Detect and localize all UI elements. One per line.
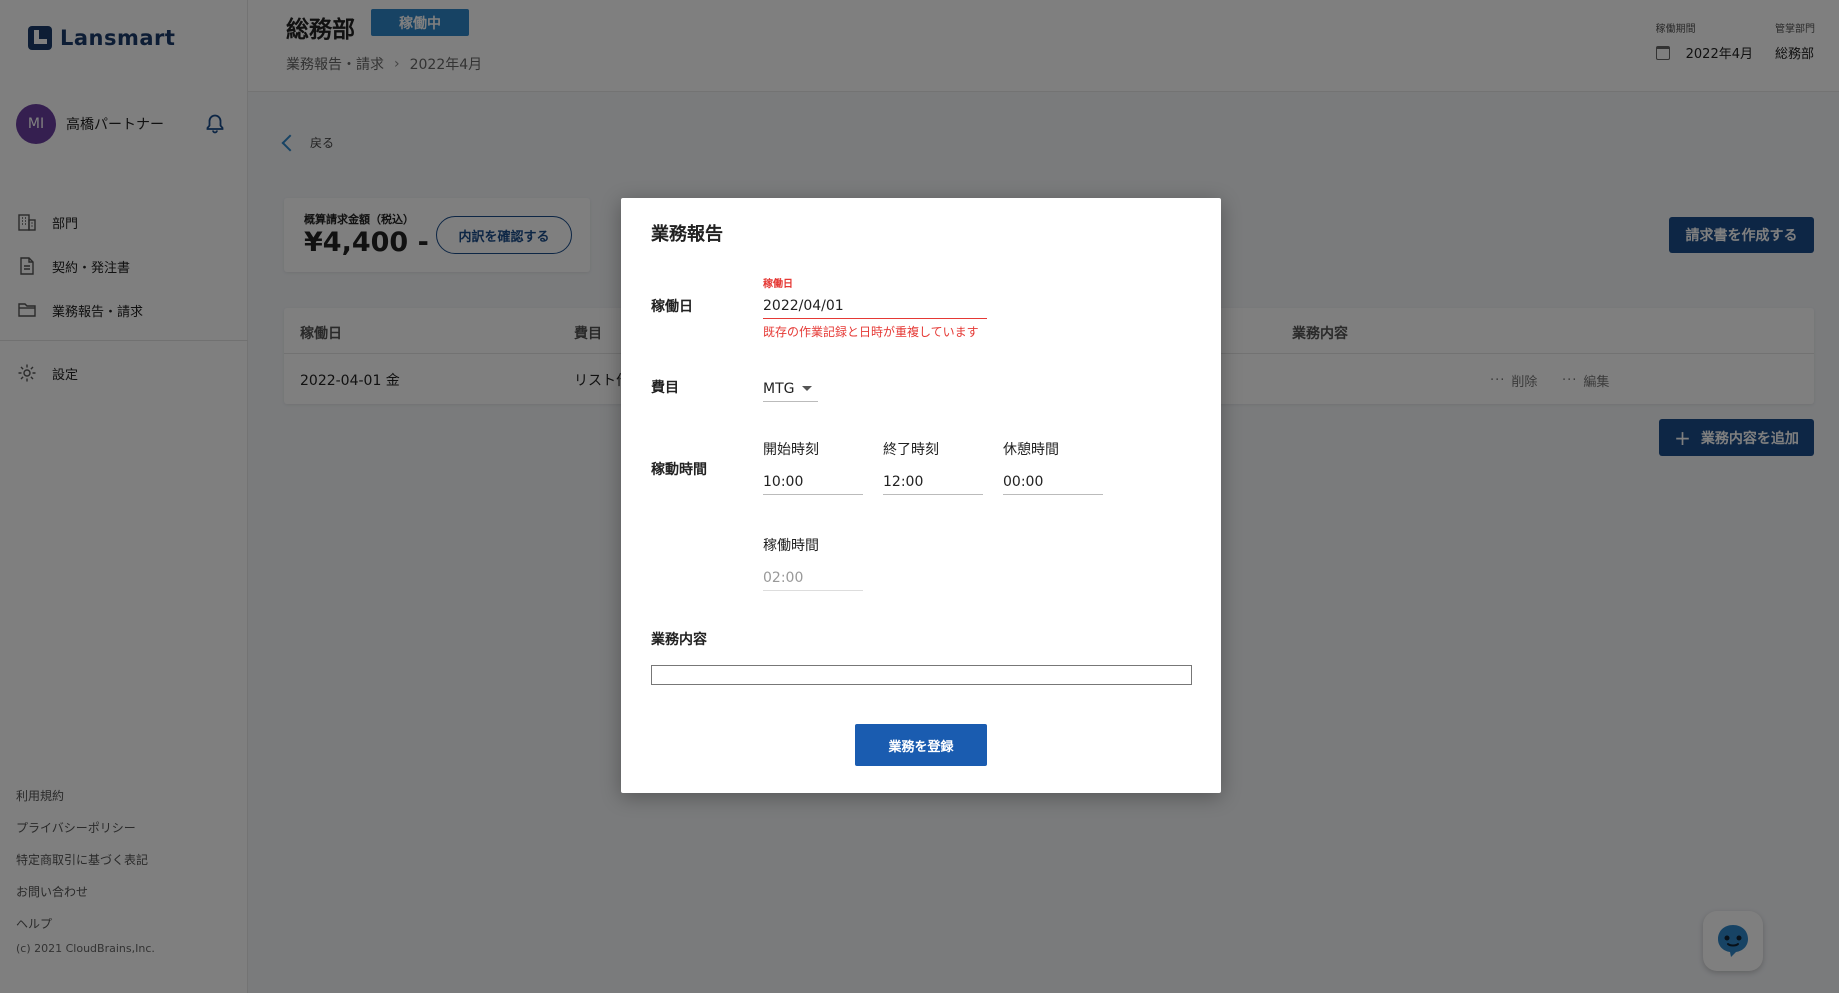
break-time-label: 休憩時間: [1003, 442, 1059, 458]
date-field: 稼働日 既存の作業記録と日時が重複しています: [763, 275, 987, 340]
worked-time-group: 稼働時間: [763, 535, 863, 591]
date-float-label: 稼働日: [763, 279, 793, 290]
modal-title: 業務報告: [651, 224, 723, 245]
date-field-label: 稼働日: [651, 299, 693, 315]
date-error-message: 既存の作業記録と日時が重複しています: [763, 325, 979, 339]
register-work-button[interactable]: 業務を登録: [855, 724, 987, 766]
start-time-input[interactable]: [763, 469, 863, 495]
start-time-label: 開始時刻: [763, 442, 819, 458]
start-time-group: 開始時刻: [763, 439, 863, 495]
date-input[interactable]: [763, 294, 987, 319]
end-time-group: 終了時刻: [883, 439, 983, 495]
caret-down-icon: [802, 386, 813, 391]
worked-time-input: [763, 565, 863, 591]
content-field-label: 業務内容: [651, 632, 707, 648]
end-time-label: 終了時刻: [883, 442, 939, 458]
worked-time-label: 稼働時間: [763, 538, 819, 554]
work-report-modal: 業務報告 稼働日 稼働日 既存の作業記録と日時が重複しています 費目 MTG 稼…: [621, 198, 1221, 793]
end-time-input[interactable]: [883, 469, 983, 495]
content-textarea[interactable]: [651, 665, 1192, 685]
category-select[interactable]: MTG: [763, 376, 818, 402]
category-field-label: 費目: [651, 380, 679, 396]
break-time-group: 休憩時間: [1003, 439, 1103, 495]
time-field-label: 稼動時間: [651, 462, 707, 478]
category-value: MTG: [763, 380, 795, 397]
break-time-input[interactable]: [1003, 469, 1103, 495]
